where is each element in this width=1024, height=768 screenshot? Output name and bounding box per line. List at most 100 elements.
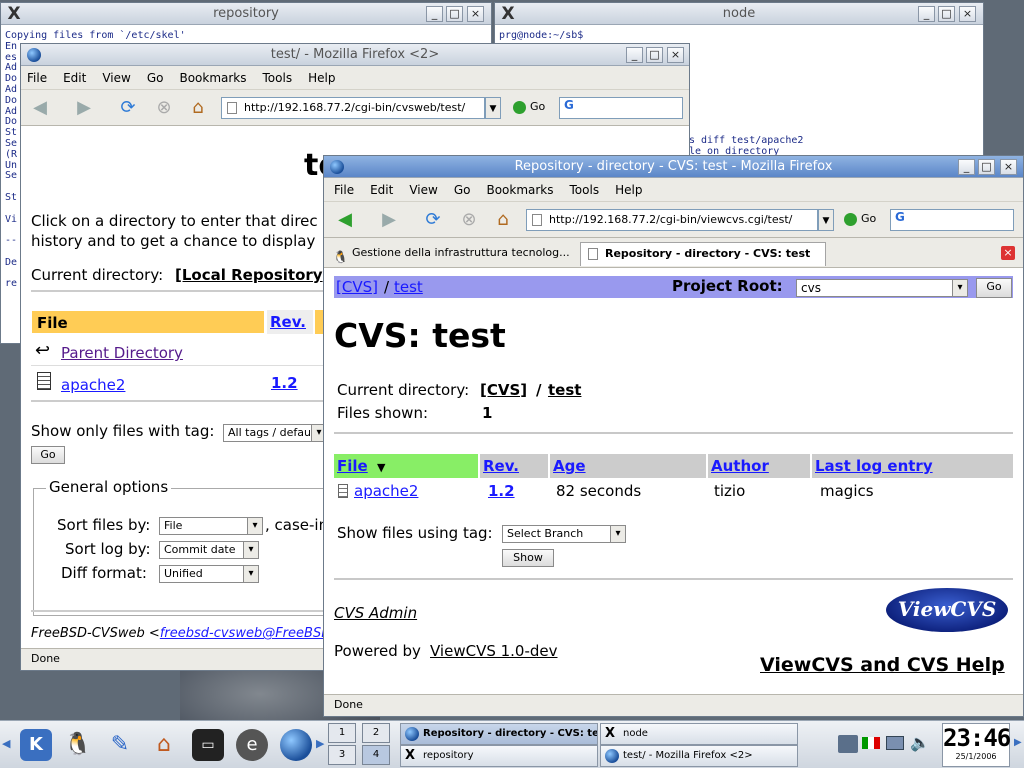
search-box[interactable]: G <box>890 209 1014 231</box>
search-box[interactable]: G <box>559 97 683 119</box>
menu-help[interactable]: Help <box>615 183 642 197</box>
home-folder-icon[interactable]: ⌂ <box>148 729 180 761</box>
branch-select[interactable]: Select Branch <box>502 525 626 543</box>
revision-link[interactable]: 1.2 <box>271 374 298 392</box>
terminal-icon[interactable]: ▭ <box>192 729 224 761</box>
kde-close-x-icon[interactable]: X <box>5 5 23 23</box>
maximize-button[interactable]: □ <box>646 47 663 63</box>
breadcrumb-root-link[interactable]: [CVS] <box>336 278 378 296</box>
maximize-button[interactable]: □ <box>446 6 463 22</box>
back-arrow-icon[interactable]: ◀ <box>29 98 51 118</box>
penguin-icon[interactable]: 🐧 <box>62 729 94 761</box>
home-icon[interactable]: ⌂ <box>187 98 209 118</box>
column-log[interactable]: Last log entry <box>812 454 1013 478</box>
tag-go-button[interactable]: Go <box>31 446 65 464</box>
column-rev-link[interactable]: Rev. <box>483 457 519 475</box>
taskbar-scroll-right-end-icon[interactable]: ▶ <box>1014 737 1022 748</box>
current-directory-link[interactable]: test <box>548 381 581 399</box>
tab-repository[interactable]: Repository - directory - CVS: test <box>580 242 826 266</box>
menu-bookmarks[interactable]: Bookmarks <box>486 183 553 197</box>
column-rev[interactable]: Rev. <box>480 454 548 478</box>
node-titlebar[interactable]: X node _ □ × <box>495 3 983 25</box>
pager-desktop-1[interactable]: 1 <box>328 723 356 743</box>
project-root-select[interactable]: cvs <box>796 279 968 297</box>
back-arrow-icon[interactable]: ◀ <box>334 210 356 230</box>
taskbar-scroll-right-icon[interactable]: ▶ <box>316 737 324 750</box>
network-icon[interactable] <box>838 735 858 753</box>
project-go-button[interactable]: Go <box>976 278 1012 298</box>
show-button[interactable]: Show <box>502 549 554 567</box>
column-file-link[interactable]: File <box>337 457 368 475</box>
url-dropdown-button[interactable]: ▼ <box>818 209 834 231</box>
menu-edit[interactable]: Edit <box>63 71 86 85</box>
diff-format-select[interactable]: Unified <box>159 565 259 583</box>
clock[interactable]: 23:46 25/1/2006 <box>942 723 1011 767</box>
close-tab-icon[interactable]: × <box>1001 246 1015 260</box>
apache2-link[interactable]: apache2 <box>354 482 418 500</box>
editor-icon[interactable]: ✎ <box>104 729 136 761</box>
column-age-link[interactable]: Age <box>553 457 586 475</box>
close-button[interactable]: × <box>959 6 976 22</box>
header-file[interactable]: File <box>31 310 265 334</box>
header-rev-link[interactable]: Rev. <box>270 313 306 331</box>
url-dropdown-button[interactable]: ▼ <box>485 97 501 119</box>
repository-titlebar[interactable]: X repository _ □ × <box>1 3 491 25</box>
footer-email-link[interactable]: freebsd-cvsweb@FreeBSD <box>160 626 331 641</box>
go-button[interactable]: Go <box>844 212 876 226</box>
forward-arrow-icon[interactable]: ▶ <box>73 98 95 118</box>
breadcrumb-dir-link[interactable]: test <box>394 278 423 296</box>
task-node[interactable]: X node <box>600 723 798 745</box>
kde-menu-icon[interactable]: K <box>20 729 52 761</box>
taskbar-scroll-left-icon[interactable]: ◀ <box>2 737 10 750</box>
firefox-globe-icon[interactable] <box>280 729 312 761</box>
menu-file[interactable]: File <box>334 183 354 197</box>
maximize-button[interactable]: □ <box>938 6 955 22</box>
column-author-link[interactable]: Author <box>711 457 769 475</box>
viewcvs-browser-window[interactable]: Repository - directory - CVS: test - Moz… <box>323 155 1024 717</box>
menu-go[interactable]: Go <box>454 183 471 197</box>
menu-edit[interactable]: Edit <box>370 183 393 197</box>
column-file[interactable]: File ▼ <box>334 454 478 478</box>
minimize-button[interactable]: _ <box>918 6 935 22</box>
minimize-button[interactable]: _ <box>626 47 643 63</box>
current-directory-root-link[interactable]: [CVS] <box>480 381 527 399</box>
close-button[interactable]: × <box>1000 159 1017 175</box>
parent-directory-link[interactable]: Parent Directory <box>61 344 183 362</box>
menu-go[interactable]: Go <box>147 71 164 85</box>
emacs-icon[interactable]: e <box>236 729 268 761</box>
cvs-admin-link[interactable]: CVS Admin <box>334 604 417 622</box>
column-age[interactable]: Age <box>550 454 706 478</box>
header-rev[interactable]: Rev. <box>267 310 313 334</box>
sort-files-select[interactable]: File <box>159 517 263 535</box>
minimize-button[interactable]: _ <box>426 6 443 22</box>
forward-arrow-icon[interactable]: ▶ <box>378 210 400 230</box>
stop-icon[interactable]: ⊗ <box>458 210 480 230</box>
reload-icon[interactable]: ⟳ <box>117 98 139 118</box>
menu-tools[interactable]: Tools <box>263 71 293 85</box>
pager-desktop-2[interactable]: 2 <box>362 723 390 743</box>
menu-bookmarks[interactable]: Bookmarks <box>179 71 246 85</box>
minimize-button[interactable]: _ <box>958 159 975 175</box>
menu-help[interactable]: Help <box>308 71 335 85</box>
sort-log-select[interactable]: Commit date <box>159 541 259 559</box>
current-directory-link[interactable]: [Local Repository <box>175 266 323 284</box>
display-icon[interactable] <box>886 736 904 750</box>
tab-gestione[interactable]: 🐧 Gestione della infrastruttura tecnolog… <box>328 242 578 266</box>
pager-desktop-4[interactable]: 4 <box>362 745 390 765</box>
close-button[interactable]: × <box>667 47 684 63</box>
column-log-link[interactable]: Last log entry <box>815 457 933 475</box>
volume-icon[interactable]: 🔈 <box>910 733 930 752</box>
apache2-link[interactable]: apache2 <box>61 376 125 394</box>
url-bar[interactable]: http://192.168.77.2/cgi-bin/viewcvs.cgi/… <box>526 209 818 231</box>
viewcvs-version-link[interactable]: ViewCVS 1.0-dev <box>430 642 558 660</box>
menu-view[interactable]: View <box>102 71 130 85</box>
column-author[interactable]: Author <box>708 454 810 478</box>
url-bar[interactable]: http://192.168.77.2/cgi-bin/cvsweb/test/ <box>221 97 485 119</box>
flag-italy-icon[interactable] <box>862 737 880 749</box>
cvsweb-titlebar[interactable]: test/ - Mozilla Firefox <2> _ □ × <box>21 44 689 66</box>
viewcvs-titlebar[interactable]: Repository - directory - CVS: test - Moz… <box>324 156 1023 178</box>
pager-desktop-3[interactable]: 3 <box>328 745 356 765</box>
reload-icon[interactable]: ⟳ <box>422 210 444 230</box>
menu-file[interactable]: File <box>27 71 47 85</box>
viewcvs-logo[interactable]: ViewCVS <box>886 588 1008 632</box>
